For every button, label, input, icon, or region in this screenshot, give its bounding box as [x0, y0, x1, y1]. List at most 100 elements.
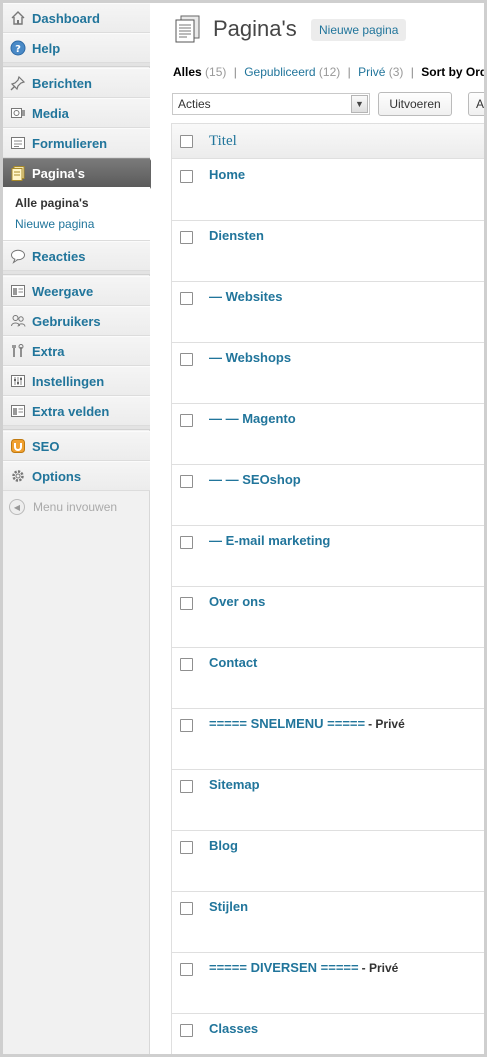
page-title-link[interactable]: Home — [209, 167, 248, 182]
status-filter-links: Alles (15) | Gepubliceerd (12) | Privé (… — [173, 65, 484, 79]
select-all-checkbox[interactable] — [180, 135, 193, 148]
sidebar-item-options[interactable]: Options — [3, 461, 150, 491]
table-row: Diensten — [172, 221, 484, 282]
table-row: Blog — [172, 831, 484, 892]
row-checkbox[interactable] — [180, 841, 193, 854]
row-checkbox[interactable] — [180, 902, 193, 915]
page-title-link[interactable]: Over ons — [209, 594, 268, 609]
sidebar-item-weergave[interactable]: Weergave — [3, 276, 150, 306]
tools-icon — [9, 342, 27, 360]
row-checkbox[interactable] — [180, 353, 193, 366]
collapse-menu-label: Menu invouwen — [33, 500, 118, 514]
table-row: Stijlen — [172, 892, 484, 953]
sidebar-item-gebruikers[interactable]: Gebruikers — [3, 306, 150, 336]
page-title-link[interactable]: — Webshops — [209, 350, 294, 365]
pages-submenu: Alle pagina's Nieuwe pagina — [3, 187, 150, 241]
filter-separator: | — [233, 65, 237, 79]
seo-icon — [9, 437, 27, 455]
table-row: Over ons — [172, 587, 484, 648]
sort-by-order-link[interactable]: Sort by Order — [421, 65, 484, 79]
row-checkbox[interactable] — [180, 536, 193, 549]
filter-private-count: (3) — [388, 65, 404, 79]
comment-icon — [9, 247, 27, 265]
filter-all-label[interactable]: Alles — [173, 65, 202, 79]
sidebar-item-extra[interactable]: Extra — [3, 336, 150, 366]
submenu-new-page[interactable]: Nieuwe pagina — [15, 217, 94, 231]
page-title-link[interactable]: Classes — [209, 1021, 261, 1036]
appearance-icon — [9, 282, 27, 300]
page-title-link[interactable]: Blog — [209, 838, 241, 853]
users-icon — [9, 312, 27, 330]
page-title-link[interactable]: ===== DIVERSEN ===== - Privé — [209, 960, 398, 975]
sidebar-item-label: Berichten — [32, 75, 92, 91]
sidebar-item-label: Gebruikers — [32, 313, 101, 329]
page-title: Pagina's — [213, 16, 297, 41]
submenu-all-pages[interactable]: Alle pagina's — [15, 196, 89, 210]
page-title-link[interactable]: Diensten — [209, 228, 267, 243]
page-title-link[interactable]: — Websites — [209, 289, 285, 304]
row-checkbox[interactable] — [180, 292, 193, 305]
column-title-header[interactable]: Titel — [209, 133, 237, 150]
table-row: — — SEOshop — [172, 465, 484, 526]
table-row: — Websites — [172, 282, 484, 343]
add-new-page-button[interactable]: Nieuwe pagina — [311, 19, 407, 41]
sidebar-item-formulieren[interactable]: Formulieren — [3, 128, 150, 158]
filter-private-link[interactable]: Privé — [358, 65, 385, 79]
table-header: Titel — [172, 124, 484, 159]
row-checkbox[interactable] — [180, 475, 193, 488]
row-checkbox[interactable] — [180, 414, 193, 427]
sidebar-item-extra-velden[interactable]: Extra velden — [3, 396, 150, 426]
table-row: ===== DIVERSEN ===== - Privé — [172, 953, 484, 1014]
sidebar-item-label: SEO — [32, 438, 60, 454]
row-checkbox[interactable] — [180, 963, 193, 976]
chevron-down-icon: ▼ — [351, 95, 368, 113]
filter-published-count: (12) — [318, 65, 341, 79]
filter-published-link[interactable]: Gepubliceerd — [244, 65, 315, 79]
page-title-link[interactable]: Sitemap — [209, 777, 263, 792]
table-row: Home — [172, 160, 484, 221]
filter-separator: | — [410, 65, 414, 79]
sidebar-item-label: Instellingen — [32, 373, 105, 389]
sidebar-item-label: Extra — [32, 343, 65, 359]
row-checkbox[interactable] — [180, 1024, 193, 1037]
page-title-link[interactable]: — — Magento — [209, 411, 299, 426]
row-checkbox[interactable] — [180, 780, 193, 793]
table-row: Sitemap — [172, 770, 484, 831]
sidebar-item-help[interactable]: ? Help — [3, 33, 150, 63]
main-content: Pagina's Nieuwe pagina Alles (15) | Gepu… — [151, 3, 484, 1054]
sidebar-item-paginas[interactable]: Pagina's — [3, 158, 159, 189]
page-title-link[interactable]: Contact — [209, 655, 260, 670]
collapse-menu-button[interactable]: ◀ Menu invouwen — [9, 499, 117, 515]
collapse-arrow-icon: ◀ — [9, 499, 25, 515]
sidebar-item-dashboard[interactable]: Dashboard — [3, 3, 150, 33]
row-checkbox[interactable] — [180, 719, 193, 732]
row-checkbox[interactable] — [180, 231, 193, 244]
page-title-link[interactable]: ===== SNELMENU ===== - Privé — [209, 716, 405, 731]
pushpin-icon — [9, 74, 27, 92]
media-icon — [9, 104, 27, 122]
sidebar-item-reacties[interactable]: Reacties — [3, 241, 150, 271]
admin-window: Dashboard ? Help Berichten Media Formuli… — [0, 0, 487, 1057]
sidebar-item-label: Pagina's — [32, 165, 85, 181]
sidebar-item-label: Dashboard — [32, 10, 100, 26]
sidebar-item-media[interactable]: Media — [3, 98, 150, 128]
filter-dropdown-partial[interactable]: Al — [468, 92, 484, 116]
apply-bulk-button[interactable]: Uitvoeren — [378, 92, 452, 116]
page-title-link[interactable]: Stijlen — [209, 899, 251, 914]
sidebar-item-instellingen[interactable]: Instellingen — [3, 366, 150, 396]
sidebar-item-berichten[interactable]: Berichten — [3, 68, 150, 98]
sidebar-item-seo[interactable]: SEO — [3, 431, 150, 461]
page-title-link[interactable]: — — SEOshop — [209, 472, 304, 487]
table-row: Classes — [172, 1014, 484, 1054]
row-checkbox[interactable] — [180, 597, 193, 610]
row-checkbox[interactable] — [180, 658, 193, 671]
table-row: ===== SNELMENU ===== - Privé — [172, 709, 484, 770]
sidebar-item-label: Media — [32, 105, 69, 121]
page-title-link[interactable]: — E-mail marketing — [209, 533, 333, 548]
sidebar-item-label: Options — [32, 468, 82, 484]
table-row: — Webshops — [172, 343, 484, 404]
row-checkbox[interactable] — [180, 170, 193, 183]
table-row: — E-mail marketing — [172, 526, 484, 587]
bulk-actions-select[interactable]: Acties ▼ — [172, 93, 370, 115]
svg-text:?: ? — [15, 44, 21, 55]
